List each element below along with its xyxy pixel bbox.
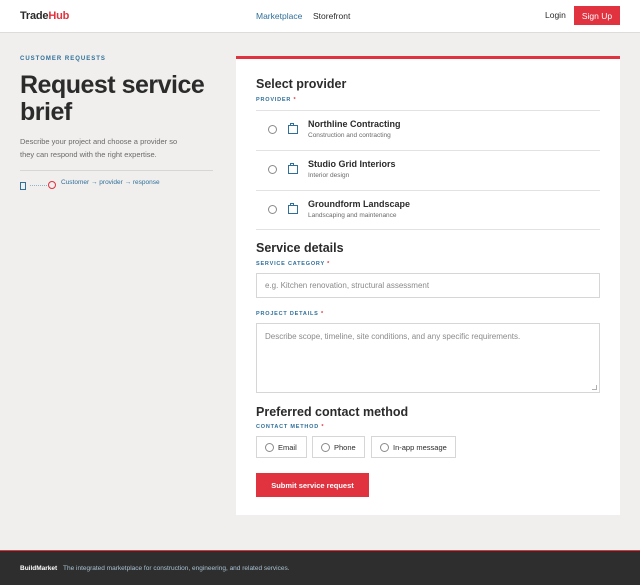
building-icon: [288, 203, 298, 214]
provider-subtitle: Construction and contracting: [308, 132, 391, 139]
provider-subtitle: Interior design: [308, 172, 350, 179]
building-icon: [288, 123, 298, 134]
section-eyebrow: CUSTOMER REQUESTS: [20, 56, 106, 62]
response-circle-icon: [48, 181, 56, 189]
nav-storefront[interactable]: Storefront: [313, 11, 350, 21]
details-section-title: Service details: [256, 241, 344, 255]
radio-button[interactable]: [380, 443, 389, 452]
provider-option-northline[interactable]: Northline Contracting Construction and c…: [256, 110, 600, 150]
site-header: TradeHub Marketplace Storefront Login Si…: [0, 0, 640, 33]
request-form-card: Select provider PROVIDER * Northline Con…: [236, 56, 620, 515]
service-category-input[interactable]: e.g. Kitchen renovation, structural asse…: [256, 273, 600, 298]
contact-option-in-app[interactable]: In-app message: [371, 436, 456, 458]
footer-tagline: The integrated marketplace for construct…: [63, 565, 290, 572]
provider-name: Groundform Landscape: [308, 199, 411, 209]
contact-option-email[interactable]: Email: [256, 436, 307, 458]
project-details-label: PROJECT DETAILS *: [256, 311, 324, 317]
logo[interactable]: TradeHub: [20, 10, 69, 22]
contact-option-label: Email: [278, 443, 297, 452]
divider: [20, 170, 213, 171]
radio-button[interactable]: [321, 443, 330, 452]
submit-request-button[interactable]: Submit service request: [256, 473, 369, 497]
resize-handle-icon[interactable]: [592, 385, 597, 390]
nav-marketplace[interactable]: Marketplace: [256, 11, 302, 21]
contact-section-title: Preferred contact method: [256, 405, 409, 419]
page-description: Describe your project and choose a provi…: [20, 137, 178, 159]
radio-button[interactable]: [268, 125, 277, 134]
signup-button[interactable]: Sign Up: [574, 6, 620, 25]
radio-button[interactable]: [268, 165, 277, 174]
provider-name: Studio Grid Interiors: [308, 159, 396, 169]
provider-subtitle: Landscaping and maintenance: [308, 212, 397, 219]
project-details-placeholder: Describe scope, timeline, site condition…: [265, 332, 521, 341]
customer-square-icon: [20, 182, 26, 190]
radio-button[interactable]: [265, 443, 274, 452]
provider-option-studio-grid[interactable]: Studio Grid Interiors Interior design: [256, 150, 600, 190]
contact-option-label: Phone: [334, 443, 356, 452]
provider-option-groundform[interactable]: Groundform Landscape Landscaping and mai…: [256, 190, 600, 230]
site-footer: BuildMarket The integrated marketplace f…: [0, 550, 640, 585]
contact-method-label: CONTACT METHOD *: [256, 424, 325, 430]
footer-brand: BuildMarket: [20, 565, 58, 572]
flow-caption: Customer → provider → response: [61, 179, 160, 186]
radio-button[interactable]: [268, 205, 277, 214]
building-icon: [288, 163, 298, 174]
provider-section-title: Select provider: [256, 77, 347, 91]
provider-name: Northline Contracting: [308, 119, 401, 129]
provider-label: PROVIDER *: [256, 97, 297, 103]
service-category-label: SERVICE CATEGORY *: [256, 261, 331, 267]
project-details-textarea[interactable]: Describe scope, timeline, site condition…: [256, 323, 600, 393]
contact-option-label: In-app message: [393, 443, 447, 452]
page-title: Request service brief: [20, 71, 205, 126]
contact-option-phone[interactable]: Phone: [312, 436, 365, 458]
login-link[interactable]: Login: [545, 10, 566, 20]
flow-connector: [30, 185, 47, 186]
